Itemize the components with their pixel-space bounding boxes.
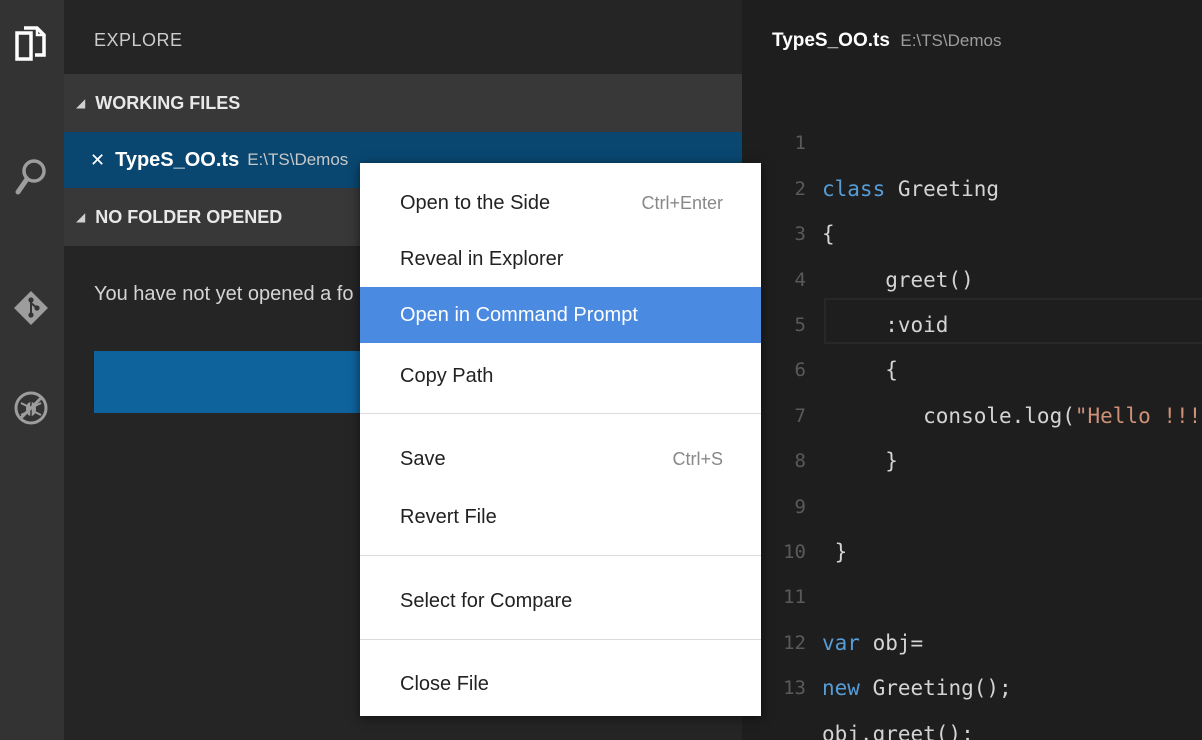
code-line: 5 {: [742, 258, 1202, 382]
code-line: 1 class Greeting: [742, 76, 1202, 200]
menu-item-label: Open to the Side: [400, 191, 551, 214]
code-line: 2 {: [742, 121, 1202, 246]
context-menu: Open to the Side Ctrl+Enter Reveal in Ex…: [360, 163, 761, 716]
close-file-icon[interactable]: ✕: [90, 150, 105, 171]
menu-item-label: Select for Compare: [400, 589, 573, 612]
code-line: 7 }: [742, 348, 1202, 473]
files-icon[interactable]: [6, 20, 56, 70]
code-line: 9 }: [742, 439, 1202, 564]
menu-separator: [360, 639, 761, 640]
menu-separator: [360, 413, 761, 414]
menu-item-save[interactable]: Save Ctrl+S: [360, 431, 761, 487]
no-folder-message: You have not yet opened a fo: [94, 283, 354, 305]
code-text: obj.greet();: [822, 721, 974, 740]
editor-file-name: TypeS_OO.ts: [772, 30, 890, 51]
menu-item-label: Revert File: [400, 505, 497, 528]
code-line: 3 greet(): [742, 167, 1202, 291]
menu-separator: [360, 555, 761, 556]
menu-item-open-to-side[interactable]: Open to the Side Ctrl+Enter: [360, 175, 761, 231]
menu-item-label: Close File: [400, 672, 489, 695]
no-folder-label: NO FOLDER OPENED: [95, 206, 283, 227]
menu-item-reveal-in-explorer[interactable]: Reveal in Explorer: [360, 231, 761, 287]
vscode-window: EXPLORE ◢ WORKING FILES ✕ TypeS_OO.ts E:…: [0, 0, 1202, 740]
code-line: 8: [742, 394, 1202, 472]
working-files-label: WORKING FILES: [95, 92, 241, 113]
working-file-name: TypeS_OO.ts: [115, 148, 240, 171]
code-area[interactable]: 1 class Greeting 2 { 3 greet() 4 :void 5…: [742, 76, 1202, 740]
code-line: 4 :void: [742, 212, 1202, 337]
menu-item-shortcut: Ctrl+S: [672, 448, 723, 469]
activity-bar: [0, 0, 64, 740]
working-file-path: E:\TS\Demos: [247, 150, 349, 169]
code-line: 11 var obj=: [742, 530, 1202, 654]
menu-item-select-for-compare[interactable]: Select for Compare: [360, 573, 761, 629]
menu-item-copy-path[interactable]: Copy Path: [360, 348, 761, 404]
code-line: 6 console.log("Hello !!!"): [742, 303, 1202, 427]
code-line: 10: [742, 485, 1202, 563]
code-line: 12 new Greeting();: [742, 575, 1202, 700]
menu-item-label: Open in Command Prompt: [400, 303, 638, 326]
code-text: Greeting();: [859, 676, 1012, 701]
search-icon[interactable]: [6, 152, 56, 202]
menu-item-shortcut: Ctrl+Enter: [641, 192, 723, 213]
explorer-title: EXPLORE: [94, 30, 183, 50]
menu-item-label: Reveal in Explorer: [400, 247, 564, 270]
editor-file-path: E:\TS\Demos: [900, 31, 1002, 50]
line-number: 13: [783, 677, 806, 700]
menu-item-label: Save: [400, 447, 446, 470]
menu-item-open-in-command-prompt[interactable]: Open in Command Prompt: [360, 287, 761, 343]
code-line: 13 obj.greet();: [742, 621, 1202, 740]
menu-item-close-file[interactable]: Close File: [360, 656, 761, 712]
debug-icon[interactable]: [6, 383, 56, 433]
collapse-triangle-icon: ◢: [76, 210, 86, 224]
collapse-triangle-icon: ◢: [76, 96, 86, 110]
code-editor[interactable]: TypeS_OO.ts E:\TS\Demos 1 class Greeting…: [742, 0, 1202, 740]
editor-title: TypeS_OO.ts E:\TS\Demos: [772, 30, 1001, 52]
git-icon[interactable]: [6, 283, 56, 333]
working-files-header[interactable]: ◢ WORKING FILES: [64, 74, 742, 132]
menu-item-revert-file[interactable]: Revert File: [360, 489, 761, 545]
menu-item-label: Copy Path: [400, 364, 494, 387]
